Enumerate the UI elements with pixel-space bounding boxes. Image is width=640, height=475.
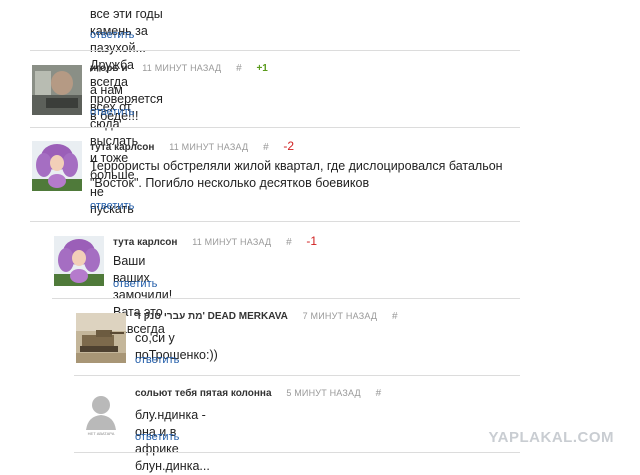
comment-divider — [30, 221, 520, 222]
author-name[interactable]: игорь и — [90, 63, 127, 74]
comment-meta: сольют тебя пятая колонна 5 минут назад … — [135, 388, 381, 399]
timestamp: 5 минут назад — [286, 388, 361, 398]
site-logo: YAPLAKAL.COM — [488, 429, 614, 446]
comment-text-line: Террористы обстреляли жилой квартал, где… — [90, 159, 503, 173]
rating: -1 — [306, 234, 318, 248]
rating: +1 — [256, 63, 268, 74]
avatar[interactable] — [32, 65, 82, 115]
rating: -2 — [283, 139, 295, 153]
comment-meta: מת עברי טנק ד' DEAD MERKAVA 7 минут наза… — [135, 311, 398, 322]
timestamp: 11 минут назад — [169, 142, 249, 152]
author-name[interactable]: тута карлсон — [90, 142, 154, 153]
comment-divider — [52, 298, 520, 299]
author-name[interactable]: тута карлсон — [113, 237, 177, 248]
timestamp: 11 минут назад — [142, 63, 222, 73]
permalink[interactable]: # — [392, 311, 398, 322]
timestamp: 7 минут назад — [302, 311, 378, 321]
author-name[interactable]: מת עברי טנק ד' DEAD MERKAVA — [135, 311, 288, 322]
comment-divider — [30, 50, 520, 51]
permalink[interactable]: # — [376, 388, 382, 399]
avatar[interactable] — [32, 141, 82, 191]
reply-link[interactable]: ответить — [90, 106, 134, 118]
comment-text-line: "Восток". Погибло несколько десятков бое… — [90, 176, 370, 190]
comment-divider — [74, 452, 520, 453]
comment-meta: игорь и 11 минут назад # +1 — [90, 63, 268, 74]
permalink[interactable]: # — [236, 63, 242, 74]
comment-meta: тута карлсон 11 минут назад # -2 — [90, 139, 294, 153]
avatar-caption: нет аватара — [87, 431, 115, 436]
reply-link[interactable]: ответить — [135, 354, 179, 366]
reply-link[interactable]: ответить — [90, 29, 134, 41]
avatar[interactable] — [76, 313, 126, 363]
timestamp: 11 минут назад — [192, 237, 272, 247]
comment-divider — [30, 127, 520, 128]
avatar[interactable] — [54, 236, 104, 286]
author-name[interactable]: сольют тебя пятая колонна — [135, 388, 272, 399]
comment-text: Террористы обстреляли жилой квартал, где… — [90, 158, 530, 192]
permalink[interactable]: # — [286, 237, 292, 248]
comment-meta: тута карлсон 11 минут назад # -1 — [113, 234, 317, 248]
comment-divider — [74, 375, 520, 376]
reply-link[interactable]: ответить — [113, 278, 157, 290]
avatar[interactable]: нет аватара — [76, 390, 126, 440]
reply-link[interactable]: ответить — [135, 431, 179, 443]
permalink[interactable]: # — [263, 142, 269, 153]
reply-link[interactable]: ответить — [90, 200, 134, 212]
